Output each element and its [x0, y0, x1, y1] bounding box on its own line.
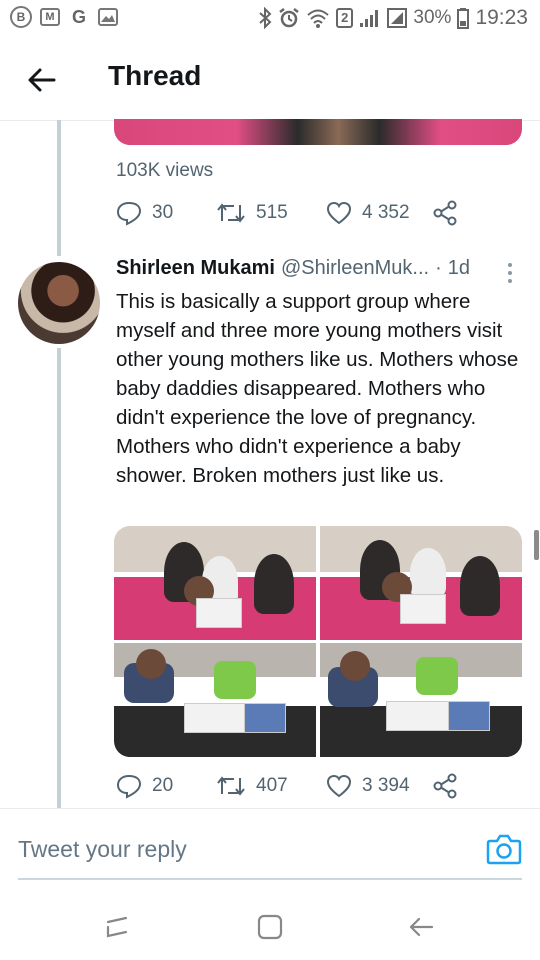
tweet-actions: 20 407 3 394 — [116, 773, 458, 799]
home-icon[interactable] — [253, 910, 287, 944]
retweet-button[interactable]: 515 — [216, 201, 326, 225]
bluetooth-icon — [259, 7, 272, 29]
author-handle[interactable]: @ShirleenMuk... — [281, 257, 429, 280]
thread-line — [57, 120, 61, 256]
reply-button[interactable]: 30 — [116, 200, 216, 226]
google-icon: G — [71, 6, 86, 27]
tweet-photo[interactable] — [114, 643, 316, 757]
retweet-button[interactable]: 407 — [216, 774, 326, 798]
thread-line — [57, 348, 61, 808]
retweet-count: 515 — [256, 202, 288, 223]
like-count: 4 352 — [362, 202, 410, 223]
like-count: 3 394 — [362, 775, 410, 796]
tweet-header: Shirleen Mukami @ShirleenMuk... · 1d — [116, 257, 470, 280]
tweet-photo[interactable] — [114, 526, 316, 640]
scrollbar-thumb[interactable] — [534, 530, 539, 560]
retweet-count: 407 — [256, 775, 288, 796]
previous-tweet-actions: 30 515 4 352 — [116, 200, 458, 226]
system-status: 2 30% 19:23 — [258, 6, 528, 30]
back-arrow-icon[interactable] — [24, 62, 60, 98]
reply-divider — [0, 808, 540, 809]
sim-badge: 2 — [336, 8, 354, 28]
tweet-text: This is basically a support group where … — [116, 290, 519, 487]
tweet-photo[interactable] — [320, 526, 522, 640]
battery-icon — [457, 8, 470, 29]
notification-icons: B M G — [10, 6, 118, 28]
avatar[interactable] — [18, 262, 100, 344]
alarm-icon — [279, 8, 299, 28]
clock: 19:23 — [475, 6, 528, 29]
tweet-photo[interactable] — [320, 643, 522, 757]
like-button[interactable]: 3 394 — [326, 774, 430, 798]
share-icon[interactable] — [432, 200, 458, 226]
reply-button[interactable]: 20 — [116, 773, 216, 799]
image-icon — [98, 8, 118, 26]
recent-apps-icon[interactable] — [100, 910, 134, 944]
separator-dot: · — [435, 257, 442, 279]
heart-icon — [326, 201, 352, 225]
reply-icon — [116, 201, 142, 226]
status-bar: B M G 2 30% 19:23 — [0, 0, 540, 38]
page-title: Thread — [108, 60, 202, 91]
back-nav-icon[interactable] — [404, 910, 438, 944]
b-app-icon: B — [10, 6, 32, 28]
thread-header: Thread — [0, 38, 540, 121]
signal-box-icon — [387, 8, 408, 28]
reply-input[interactable]: Tweet your reply — [18, 836, 187, 863]
share-icon[interactable] — [432, 773, 458, 799]
retweet-icon — [217, 776, 245, 796]
previous-tweet-image[interactable] — [114, 119, 522, 145]
heart-icon — [326, 774, 352, 798]
more-options-icon[interactable] — [502, 262, 518, 284]
reply-count: 20 — [152, 775, 174, 796]
reply-icon — [116, 774, 142, 799]
battery-percent: 30% — [413, 7, 452, 28]
tweet-media-grid[interactable] — [114, 526, 522, 757]
camera-icon[interactable] — [486, 832, 522, 866]
signal-icon — [360, 10, 379, 27]
retweet-icon — [217, 203, 245, 223]
gmail-icon: M — [40, 8, 60, 26]
view-count: 103K views — [116, 160, 214, 181]
reply-underline — [18, 878, 522, 880]
author-name[interactable]: Shirleen Mukami — [116, 257, 275, 280]
system-nav-bar — [0, 894, 540, 960]
tweet-time: 1d — [447, 257, 470, 279]
reply-count: 30 — [152, 202, 174, 223]
like-button[interactable]: 4 352 — [326, 201, 430, 225]
wifi-icon — [307, 9, 329, 28]
